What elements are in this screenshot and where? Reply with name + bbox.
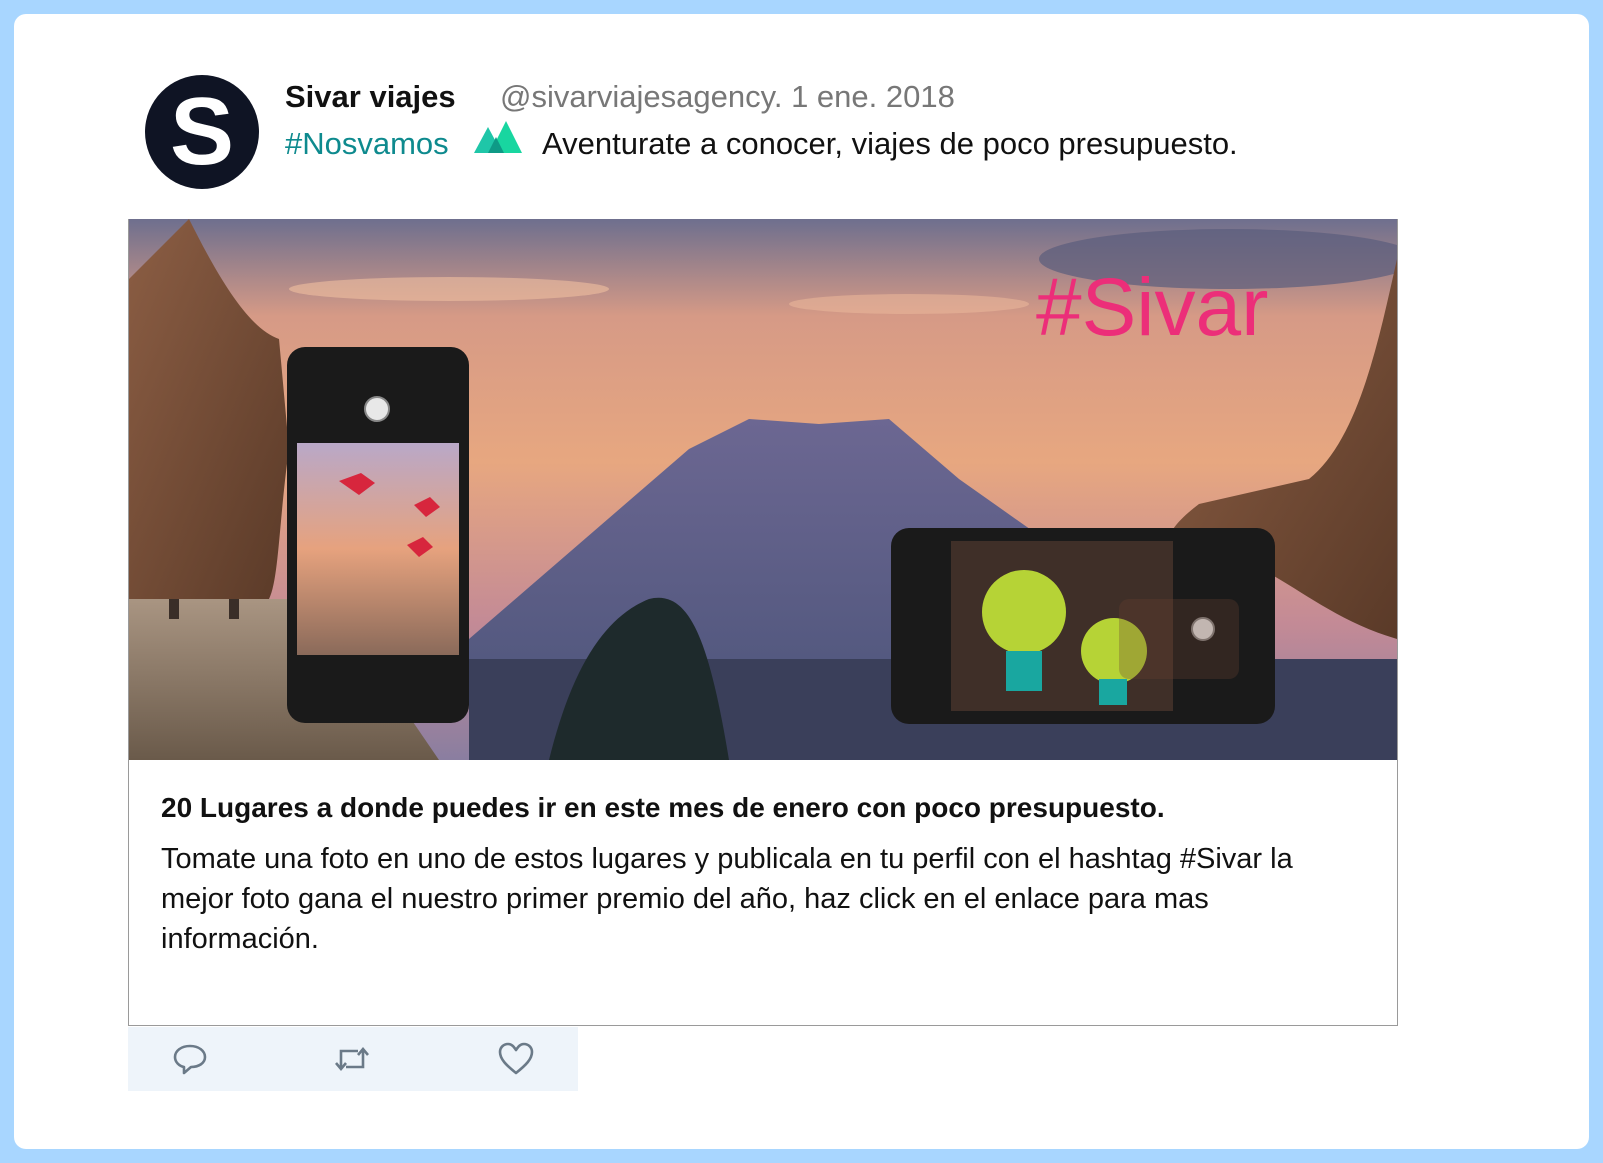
link-card[interactable]: #Sivar 20 Lugares a donde puedes ir en e… <box>128 219 1398 1026</box>
heart-icon[interactable] <box>496 1039 536 1079</box>
author-name[interactable]: Sivar viajes <box>285 79 456 115</box>
avatar[interactable]: S <box>145 75 259 189</box>
tweet-actions <box>128 1027 578 1091</box>
retweet-icon[interactable] <box>332 1039 372 1079</box>
card-title[interactable]: 20 Lugares a donde puedes ir en este mes… <box>161 792 1165 824</box>
author-handle-date: @sivarviajesagency. 1 ene. 2018 <box>500 79 955 114</box>
tweet-text: Aventurate a conocer, viajes de poco pre… <box>542 126 1238 161</box>
card-description: Tomate una foto en uno de estos lugares … <box>161 843 1293 955</box>
hashtag-link[interactable]: #Nosvamos <box>285 126 449 162</box>
mountain-icon <box>474 121 522 153</box>
tweet-frame: S Sivar viajes @sivarviajesagency. 1 ene… <box>14 14 1589 1149</box>
reply-icon[interactable] <box>170 1039 210 1079</box>
card-image[interactable]: #Sivar <box>129 219 1397 760</box>
card-overlay-hashtag: #Sivar <box>1036 262 1269 353</box>
